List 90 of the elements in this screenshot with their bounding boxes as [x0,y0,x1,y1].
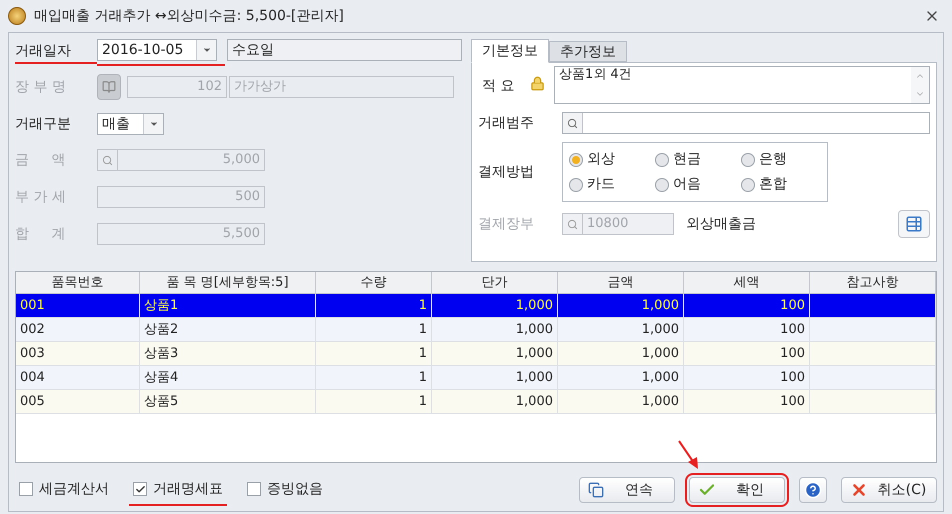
type-dropdown[interactable]: 매출 [97,113,164,135]
table-cell: 1,000 [432,342,558,365]
copy-button[interactable]: 연속 [579,477,675,503]
book-icon[interactable] [97,74,121,100]
radio-option[interactable]: 현금 [655,149,741,170]
table-cell: 001 [16,294,140,317]
column-header[interactable]: 단가 [432,272,558,293]
field-label: 결제장부 [478,214,535,234]
amount-field: 5,500 [97,223,265,245]
lock-icon [530,76,545,91]
column-header[interactable]: 품목번호 [16,272,140,293]
table-cell: 상품3 [140,342,316,365]
field-label: 적 요 [481,77,516,96]
table-cell: 상품2 [140,318,316,341]
ledger-name: 외상매출금 [686,214,756,234]
table-cell: 1,000 [432,318,558,341]
column-header[interactable]: 세액 [684,272,810,293]
table-cell: 1,000 [558,318,684,341]
table-cell: 002 [16,318,140,341]
name-field: 가가상가 [229,76,454,98]
date-picker[interactable]: 2016-10-05 [97,39,217,61]
table-cell: 1 [316,366,432,389]
table-cell: 1 [316,294,432,317]
table-cell: 상품1 [140,294,316,317]
field-label: 금 액 [15,150,66,170]
table-cell: 1,000 [558,342,684,365]
table-cell: 1,000 [432,294,558,317]
table-cell: 100 [684,366,810,389]
table-cell: 005 [16,390,140,413]
column-header[interactable]: 참고사항 [810,272,936,293]
column-header[interactable]: 수량 [316,272,432,293]
table-cell: 1,000 [558,294,684,317]
table-row[interactable]: 005 상품5 1 1,000 1,000 100 [16,390,936,414]
radio-option[interactable]: 은행 [741,149,827,170]
radio-option[interactable]: 외상 [569,149,655,170]
table-row[interactable]: 002 상품2 1 1,000 1,000 100 [16,318,936,342]
checkbox-option[interactable]: 증빙없음 [243,474,327,506]
field-label: 부 가 세 [15,188,67,206]
copy-icon [588,482,604,498]
table-cell: 1,000 [432,366,558,389]
column-header[interactable]: 금액 [558,272,684,293]
table-row[interactable]: 003 상품3 1 1,000 1,000 100 [16,342,936,366]
amount-field: 500 [97,186,265,208]
ledger-field: 10800 [562,213,674,235]
table-cell: 1,000 [432,390,558,413]
window-title: 매입매출 거래추가 ↔외상미수금: 5,500-[관리자] [34,6,344,26]
field-label: 결제방법 [478,162,535,182]
search-icon[interactable] [563,113,583,133]
table-cell: 1 [316,342,432,365]
radio-option[interactable]: 혼합 [741,174,827,195]
close-icon [850,481,868,499]
table-cell: 상품4 [140,366,316,389]
table-cell: 003 [16,342,140,365]
table-cell: 100 [684,390,810,413]
category-field[interactable] [562,112,930,134]
cancel-button[interactable]: 취소(C) [841,477,937,503]
checkbox-option[interactable]: 거래명세표 [129,474,227,506]
column-header[interactable]: 품 목 명[세부항목:5] [140,272,316,293]
arrow-annotation [677,439,701,471]
table-cell: 1 [316,318,432,341]
add-table-button[interactable] [898,210,930,238]
field-label: 거래범주 [478,114,535,132]
table-cell: 1,000 [558,366,684,389]
memo-field[interactable]: 상품1외 4건 [554,66,930,104]
table-row[interactable]: 001 상품1 1 1,000 1,000 100 [16,294,936,318]
table-cell: 100 [684,318,810,341]
help-button[interactable] [799,477,827,503]
field-label: 합 계 [15,224,66,244]
radio-option[interactable]: 어음 [655,174,741,195]
app-icon [8,7,26,25]
field-label: 장 부 명 [15,78,67,96]
table-cell: 004 [16,366,140,389]
table-cell: 100 [684,294,810,317]
table-icon [905,215,923,233]
field-label: 거래구분 [15,114,72,134]
check-icon [134,484,146,494]
table-cell: 1,000 [558,390,684,413]
code-field: 102 [127,76,227,98]
help-icon [804,481,822,499]
radio-option[interactable]: 카드 [569,174,655,195]
checkbox-option[interactable]: 세금계산서 [15,474,113,506]
table-cell: 1 [316,390,432,413]
scrollbar[interactable] [911,67,929,103]
table-cell: 100 [684,342,810,365]
amount-field: 5,000 [97,149,265,171]
table-cell: 상품5 [140,390,316,413]
table-row[interactable]: 004 상품4 1 1,000 1,000 100 [16,366,936,390]
tab[interactable]: 기본정보 [471,39,549,63]
tab[interactable]: 추가정보 [549,41,627,62]
weekday-field: 수요일 [227,39,462,61]
